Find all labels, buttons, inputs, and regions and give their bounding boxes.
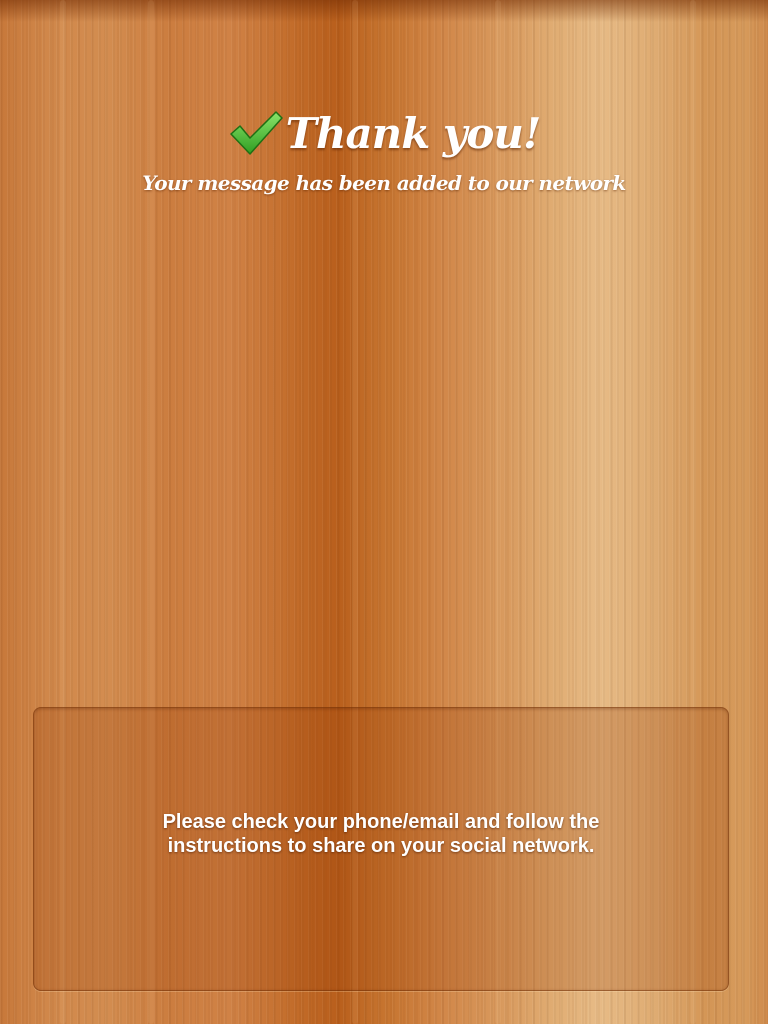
instructions-panel: Please check your phone/email and follow…: [33, 707, 729, 991]
instructions-text: Please check your phone/email and follow…: [162, 811, 600, 857]
checkmark-icon: [228, 108, 284, 158]
page-title: Thank you!: [285, 108, 542, 158]
confirmation-header: Thank you! Your message has been added t…: [0, 108, 768, 196]
title-row: Thank you!: [228, 108, 541, 158]
page-subtitle: Your message has been added to our netwo…: [142, 171, 626, 195]
